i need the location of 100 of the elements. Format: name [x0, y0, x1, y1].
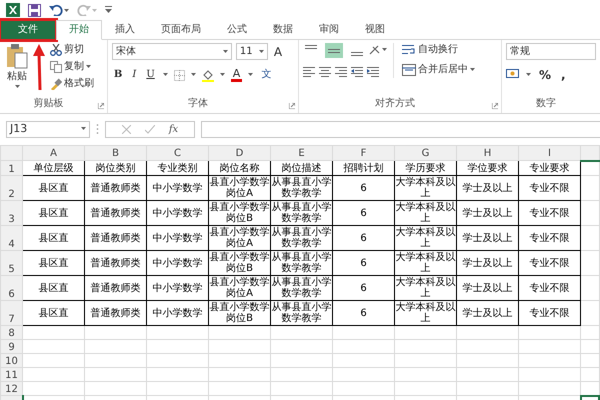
font-color-button[interactable]: A	[230, 68, 242, 82]
column-header[interactable]: F	[332, 146, 394, 160]
row-header[interactable]: 4	[0, 226, 22, 250]
ribbon-tab[interactable]: 数据	[260, 20, 306, 40]
table-cell: 大学本科及以上	[396, 302, 456, 324]
column-header[interactable]: G	[394, 146, 456, 160]
dialog-launcher-icon[interactable]	[492, 103, 498, 109]
caret-icon[interactable]	[81, 127, 86, 131]
table-cell: 学士及以上	[462, 208, 512, 218]
paste-button[interactable]: 粘贴	[4, 43, 30, 91]
phonetic-button[interactable]: 文	[259, 68, 274, 82]
font-style-button[interactable]: B	[112, 68, 124, 82]
decrease-indent-icon[interactable]	[351, 66, 364, 78]
row-header[interactable]: 3	[0, 200, 22, 226]
dialog-launcher-icon[interactable]	[289, 103, 296, 109]
column-header[interactable]: C	[146, 146, 208, 160]
caret-icon[interactable]	[470, 68, 476, 72]
font-name-field[interactable]: 宋体	[112, 43, 232, 60]
ribbon-tab[interactable]: 公式	[214, 20, 260, 40]
align-right-icon[interactable]	[335, 66, 348, 78]
caret-icon[interactable]	[526, 73, 532, 77]
table-cell: 大学本科及以上	[396, 227, 456, 249]
table-cell: 学士及以上	[462, 282, 512, 294]
ribbon-tab[interactable]: 审阅	[306, 20, 352, 40]
column-header[interactable]: D	[208, 146, 270, 160]
save-icon[interactable]	[28, 4, 41, 16]
table-cell: 从事县直小学数学教学	[272, 227, 332, 249]
currency-icon[interactable]	[506, 69, 520, 81]
align-left-icon[interactable]	[303, 66, 316, 78]
insert-function-button[interactable]: fx	[168, 122, 178, 136]
file-tab[interactable]: 文件	[0, 20, 56, 40]
name-box[interactable]: J13	[6, 120, 90, 138]
row-header[interactable]: 12	[0, 382, 22, 396]
undo-icon[interactable]	[49, 4, 69, 16]
table-cell: 学士及以上	[462, 258, 512, 268]
table-cell: 大学本科及以上	[396, 277, 456, 299]
table-cell: 县区直	[38, 232, 68, 244]
number-format-field[interactable]: 常规	[506, 43, 596, 60]
caret-icon[interactable]	[258, 50, 264, 54]
caret-icon[interactable]	[190, 73, 196, 77]
excel-icon	[6, 3, 20, 17]
table-cell: 县区直	[38, 208, 68, 218]
increase-indent-icon[interactable]	[367, 66, 380, 78]
table-cell: 学士及以上	[462, 308, 512, 318]
number-style-button[interactable]: ,	[559, 68, 568, 82]
table-cell: 专业不限	[530, 308, 570, 318]
cut-button[interactable]: 剪切	[48, 43, 96, 57]
copy-button[interactable]: 复制	[48, 60, 96, 74]
wrap-text-button[interactable]: 自动换行	[400, 43, 478, 57]
font-style-button[interactable]: U	[144, 68, 157, 82]
caret-icon[interactable]	[162, 73, 168, 77]
table-cell: 普通教师类	[90, 258, 140, 268]
header-cell: 学历要求	[406, 162, 446, 174]
dialog-launcher-icon[interactable]	[98, 103, 104, 109]
row-header[interactable]: 9	[0, 340, 22, 354]
table-cell: 6	[360, 308, 367, 318]
header-cell: 岗位描述	[282, 162, 322, 174]
grow-font-button[interactable]: A	[272, 44, 284, 58]
format-painter-button[interactable]: 格式刷	[48, 77, 96, 91]
table-cell: 县直小学数学岗位B	[210, 252, 270, 274]
row-header[interactable]: 2	[0, 176, 22, 200]
middle-align-button[interactable]	[325, 43, 344, 58]
row-header[interactable]: 8	[0, 326, 22, 340]
table-cell: 中小学数学	[152, 282, 202, 294]
column-header[interactable]: E	[270, 146, 332, 160]
column-header[interactable]: B	[84, 146, 146, 160]
row-header[interactable]: 10	[0, 354, 22, 368]
column-header[interactable]: I	[518, 146, 580, 160]
caret-icon[interactable]	[220, 73, 225, 77]
column-header[interactable]: H	[456, 146, 518, 160]
font-size-field[interactable]: 11	[236, 43, 268, 60]
table-cell: 6	[360, 208, 367, 218]
row-header[interactable]: 7	[0, 300, 22, 326]
annotation-arrow	[33, 44, 45, 90]
orientation-icon[interactable]	[369, 43, 388, 55]
font-style-button[interactable]: I	[130, 68, 138, 82]
ribbon-tab[interactable]: 页面布局	[148, 20, 214, 40]
caret-icon[interactable]	[14, 85, 20, 89]
ribbon-tab[interactable]: 开始	[56, 20, 102, 40]
table-cell: 学士及以上	[462, 232, 512, 244]
fill-color-icon[interactable]	[202, 68, 214, 82]
customize-icon[interactable]	[105, 6, 112, 14]
table-cell: 从事县直小学数学教学	[272, 202, 332, 224]
row-header[interactable]: 1	[0, 160, 22, 176]
caret-icon[interactable]	[222, 50, 228, 54]
row-header[interactable]: 6	[0, 276, 22, 300]
ribbon-tab[interactable]: 插入	[102, 20, 148, 40]
ribbon-tab[interactable]: 视图	[352, 20, 398, 40]
caret-icon[interactable]	[248, 73, 254, 77]
row-header[interactable]: 5	[0, 250, 22, 276]
merge-center-button[interactable]: 合并后居中	[400, 63, 478, 77]
number-style-button[interactable]: %	[537, 68, 554, 82]
header-cell: 岗位名称	[220, 162, 260, 174]
formula-field[interactable]	[201, 120, 600, 138]
align-center-icon[interactable]	[319, 66, 332, 78]
table-cell: 大学本科及以上	[396, 252, 456, 274]
column-header[interactable]: A	[22, 146, 84, 160]
caret-icon[interactable]	[86, 65, 91, 69]
borders-icon[interactable]	[174, 70, 185, 80]
row-header[interactable]: 11	[0, 368, 22, 382]
